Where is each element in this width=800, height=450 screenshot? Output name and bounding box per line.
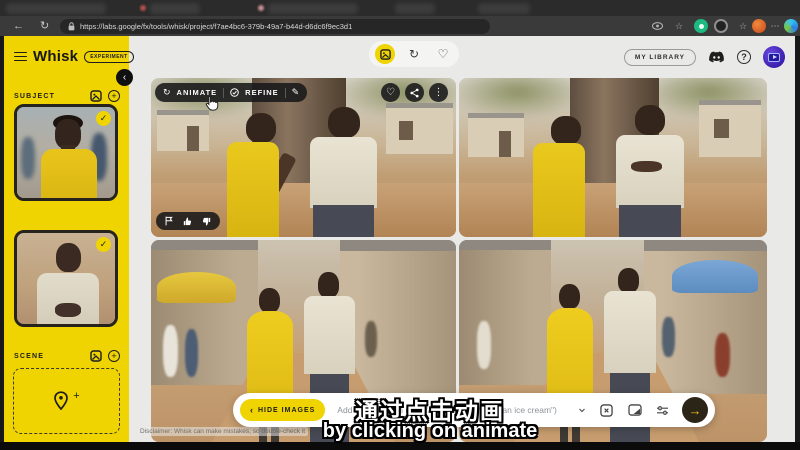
refine-check-icon <box>230 88 239 97</box>
tab-favicon <box>140 5 146 11</box>
animate-loop-icon: ↻ <box>163 87 171 98</box>
selected-check-badge[interactable]: ✓ <box>96 237 111 252</box>
mode-switcher: ↻ ♡ <box>369 41 459 67</box>
browser-toolbar: ← ↻ https://labs.google/fx/tools/whisk/p… <box>0 16 800 36</box>
reload-button[interactable]: ↻ <box>40 16 49 36</box>
extension-icon-shield[interactable] <box>714 19 728 33</box>
subject-thumbnail-man[interactable]: ✓ <box>14 230 118 327</box>
more-options-icon[interactable]: ⋮ <box>429 83 448 102</box>
location-pin-icon <box>53 391 69 411</box>
share-icon[interactable] <box>405 83 424 102</box>
browser-tab <box>150 3 200 14</box>
subject-section-header: SUBJECT + <box>14 89 121 103</box>
browser-tab <box>268 3 358 14</box>
main-content: ↻ ♡ MY LIBRARY ? ↻ <box>129 36 795 442</box>
flag-icon[interactable] <box>165 216 173 226</box>
browser-logo-icon <box>784 19 798 33</box>
whisk-app: Whisk EXPERIMENT SUBJECT + ✓ ✓ SCENE <box>0 36 800 442</box>
subject-label: SUBJECT <box>14 93 85 100</box>
image-mode-icon[interactable] <box>375 44 395 64</box>
browser-tab <box>395 3 435 14</box>
thumbs-down-icon[interactable] <box>202 217 211 226</box>
avatar-play-icon <box>768 53 780 62</box>
image-toolbar: ↻ ANIMATE REFINE ✎ <box>155 83 307 102</box>
extension-icon-star[interactable]: ☆ <box>736 19 750 33</box>
scene-dropzone[interactable]: + <box>13 368 120 434</box>
header-actions: MY LIBRARY ? <box>624 46 785 68</box>
discord-icon[interactable] <box>708 51 725 63</box>
selected-check-badge[interactable]: ✓ <box>96 111 111 126</box>
browser-tab <box>6 3 106 14</box>
favorites-mode-icon[interactable]: ♡ <box>433 44 453 64</box>
window-bottom-edge <box>0 442 800 450</box>
address-bar[interactable]: https://labs.google/fx/tools/whisk/proje… <box>60 19 490 34</box>
password-eye-icon[interactable] <box>650 19 664 33</box>
image-action-buttons: ♡ ⋮ <box>381 83 448 102</box>
browser-menu-icon[interactable]: ⋯ <box>768 19 782 33</box>
subject-thumbnail-woman[interactable]: ✓ <box>14 104 118 201</box>
menu-icon[interactable] <box>14 52 27 62</box>
subtitle-english: by clicking on animate <box>130 420 730 443</box>
refine-button[interactable]: REFINE <box>245 88 279 97</box>
my-library-button[interactable]: MY LIBRARY <box>624 49 696 66</box>
browser-tab <box>478 3 530 14</box>
subject-gallery-icon[interactable] <box>89 89 103 103</box>
feedback-buttons <box>156 212 220 230</box>
help-icon[interactable]: ? <box>737 50 751 64</box>
animate-mode-icon[interactable]: ↻ <box>404 44 424 64</box>
generated-image-1[interactable]: ↻ ANIMATE REFINE ✎ ♡ ⋮ <box>151 78 456 237</box>
scene-section-header: SCENE + <box>14 349 121 363</box>
scene-gallery-icon[interactable] <box>89 349 103 363</box>
mouse-cursor <box>203 94 220 113</box>
edit-pen-icon[interactable]: ✎ <box>292 87 300 98</box>
sidebar-collapse-button[interactable]: ‹ <box>116 69 133 86</box>
market-umbrella <box>672 260 758 292</box>
favorite-heart-icon[interactable]: ♡ <box>381 83 400 102</box>
profile-avatar-icon[interactable] <box>752 19 766 33</box>
tab-favicon <box>258 5 264 11</box>
experiment-badge: EXPERIMENT <box>84 51 134 63</box>
generated-image-2[interactable] <box>459 78 767 237</box>
browser-tab-strip <box>0 0 800 16</box>
back-button[interactable]: ← <box>13 16 24 36</box>
sidebar-header: Whisk EXPERIMENT <box>14 48 134 65</box>
bookmark-star-icon[interactable]: ☆ <box>672 19 686 33</box>
app-title: Whisk <box>33 48 78 65</box>
extension-icon-green[interactable] <box>694 19 708 33</box>
thumbs-up-icon[interactable] <box>183 217 192 226</box>
sidebar: Whisk EXPERIMENT SUBJECT + ✓ ✓ SCENE <box>4 36 129 442</box>
browser-chrome: ← ↻ https://labs.google/fx/tools/whisk/p… <box>0 0 800 36</box>
lock-icon <box>68 22 75 31</box>
scene-label: SCENE <box>14 353 85 360</box>
market-umbrella <box>157 272 236 302</box>
url-text: https://labs.google/fx/tools/whisk/proje… <box>80 22 352 31</box>
user-avatar[interactable] <box>763 46 785 68</box>
subject-add-icon[interactable]: + <box>107 89 121 103</box>
scene-add-plus: + <box>73 390 79 402</box>
scene-add-icon[interactable]: + <box>107 349 121 363</box>
